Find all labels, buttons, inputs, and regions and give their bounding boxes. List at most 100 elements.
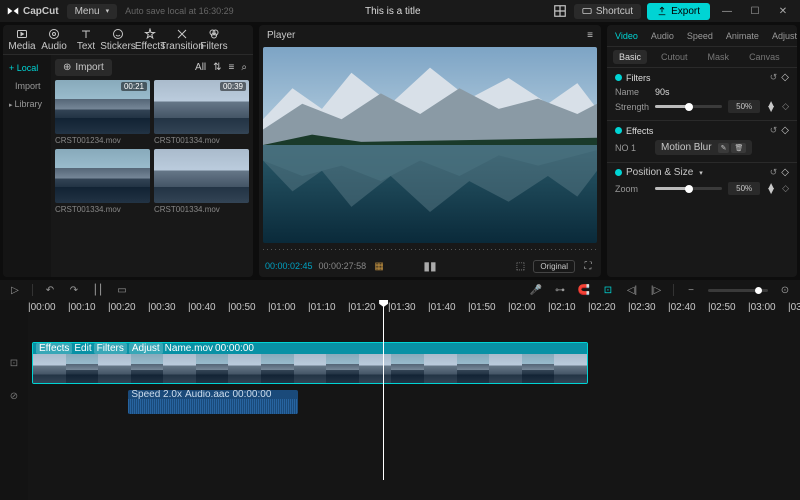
delete-icon[interactable]: 🗑 — [731, 143, 746, 153]
reset-icon[interactable]: ↺ — [770, 125, 778, 136]
keyframe-icon[interactable]: ◇ — [781, 125, 789, 136]
link-icon[interactable]: ⊶ — [553, 283, 567, 297]
preview-menu-icon[interactable]: ≡ — [587, 30, 593, 41]
props-tab-animate[interactable]: Animate — [720, 28, 765, 44]
menu-button[interactable]: Menu▾ — [67, 4, 118, 19]
video-track-toggle[interactable]: ⊡ — [0, 342, 28, 384]
media-clip[interactable]: CRST001334.mov — [154, 149, 249, 214]
search-icon[interactable]: ⌕ — [239, 62, 249, 73]
delete-tool[interactable]: ▭ — [115, 283, 129, 297]
media-tab-stickers[interactable]: Stickers — [103, 26, 133, 54]
keyframe-icon[interactable]: ◇ — [781, 167, 789, 178]
edit-icon[interactable]: ✎ — [718, 143, 730, 153]
import-button[interactable]: ⊕Import — [55, 59, 112, 76]
text-icon — [80, 28, 92, 40]
split-tool[interactable]: ⎮⎮ — [91, 283, 105, 297]
sidebar-import[interactable]: Import — [3, 77, 51, 95]
timeline-body[interactable]: |00:00|00:10|00:20|00:30|00:40|00:50|01:… — [28, 300, 800, 500]
effects-section: Effects ↺◇ NO 1 Motion Blur✎🗑 — [607, 120, 797, 162]
clip-frames — [33, 354, 587, 383]
preview2-icon[interactable]: |▷ — [649, 283, 663, 297]
strength-spinner[interactable]: ▲▼ — [766, 102, 776, 112]
sidebar-library[interactable]: Library — [3, 95, 51, 113]
export-button[interactable]: Export — [647, 3, 710, 20]
timeline-ruler[interactable]: |00:00|00:10|00:20|00:30|00:40|00:50|01:… — [28, 300, 800, 314]
effects-title[interactable]: Effects — [615, 126, 653, 136]
original-button[interactable]: Original — [533, 260, 575, 273]
props-tab-speed[interactable]: Speed — [681, 28, 719, 44]
undo-button[interactable]: ↶ — [43, 283, 57, 297]
filters-title[interactable]: Filters — [615, 73, 651, 83]
props-tab-adjust[interactable]: Adjust — [766, 28, 797, 44]
reset-icon[interactable]: ↺ — [770, 167, 778, 178]
view-controls: All ⇅ ≡ ⌕ — [193, 62, 249, 73]
media-clip[interactable]: 00:21CRST001234.mov — [55, 80, 150, 145]
clip-filters-tag: Filters — [94, 343, 127, 354]
snap-icon[interactable]: ⊡ — [601, 283, 615, 297]
preview-icon[interactable]: ◁| — [625, 283, 639, 297]
minimize-button[interactable]: — — [716, 6, 738, 17]
keyframe-icon[interactable]: ◇ — [781, 72, 789, 83]
clip-thumbnail: 00:39 — [154, 80, 249, 134]
grid-icon[interactable]: ▦ — [372, 259, 386, 273]
sort-icon[interactable]: ⇅ — [211, 62, 223, 73]
play-pause-button[interactable]: ▮▮ — [423, 259, 437, 273]
timeline-toolbar: ▷ ↶ ↷ ⎮⎮ ▭ 🎤 ⊶ 🧲 ⊡ ◁| |▷ − ⊙ — [0, 280, 800, 300]
reset-icon[interactable]: ◇ — [782, 101, 789, 112]
close-button[interactable]: ✕ — [772, 6, 794, 17]
reset-icon[interactable]: ↺ — [770, 72, 778, 83]
project-title[interactable]: This is a title — [242, 6, 544, 17]
zoom-fit-icon[interactable]: ⊙ — [778, 283, 792, 297]
media-tab-media[interactable]: Media — [7, 26, 37, 54]
audio-track-toggle[interactable]: ⊘ — [0, 384, 28, 408]
thumbnails: 00:21CRST001234.mov 00:39CRST001334.mov … — [55, 80, 249, 214]
media-tab-filters[interactable]: Filters — [199, 26, 229, 54]
list-view-icon[interactable]: ≡ — [227, 62, 237, 73]
clip-thumbnail: 00:21 — [55, 80, 150, 134]
media-tab-audio[interactable]: Audio — [39, 26, 69, 54]
layout-icon[interactable] — [552, 3, 568, 19]
zoom-value[interactable]: 50% — [728, 182, 760, 195]
subtab-mask[interactable]: Mask — [702, 50, 736, 64]
media-tab-text[interactable]: Text — [71, 26, 101, 54]
audio-clip-header: Speed 2.0x Audio.aac 00:00:00 — [128, 390, 298, 399]
media-clip[interactable]: CRST001334.mov — [55, 149, 150, 214]
preview-viewport[interactable] — [263, 47, 597, 243]
compare-icon[interactable]: ⬚ — [513, 259, 527, 273]
strength-value[interactable]: 50% — [728, 100, 760, 113]
position-title[interactable]: Position & Size▾ — [615, 167, 703, 178]
chevron-down-icon: ▾ — [699, 169, 703, 177]
strength-slider[interactable] — [655, 105, 722, 108]
selection-tool[interactable]: ▷ — [8, 283, 22, 297]
zoom-slider[interactable] — [655, 187, 722, 190]
media-tab-transition[interactable]: Transition — [167, 26, 197, 54]
clip-thumbnail — [55, 149, 150, 203]
magnet-icon[interactable]: 🧲 — [577, 283, 591, 297]
media-clip[interactable]: 00:39CRST001334.mov — [154, 80, 249, 145]
maximize-button[interactable]: ☐ — [744, 6, 766, 17]
subtab-cutout[interactable]: Cutout — [655, 50, 694, 64]
filters-icon — [208, 28, 220, 40]
fullscreen-icon[interactable]: ⛶ — [581, 259, 595, 273]
zoom-out-icon[interactable]: − — [684, 283, 698, 297]
video-track: Effects Edit Filters Adjust Name.mov 00:… — [28, 342, 800, 384]
shortcut-button[interactable]: Shortcut — [574, 4, 641, 19]
zoom-spinner[interactable]: ▲▼ — [766, 184, 776, 194]
effect-value[interactable]: Motion Blur✎🗑 — [655, 140, 752, 155]
redo-button[interactable]: ↷ — [67, 283, 81, 297]
reset-icon[interactable]: ◇ — [782, 183, 789, 194]
props-tab-video[interactable]: Video — [609, 28, 644, 44]
subtab-basic[interactable]: Basic — [613, 50, 647, 64]
clip-name: CRST001334.mov — [154, 205, 249, 214]
preview-ruler[interactable] — [263, 245, 597, 255]
playhead[interactable] — [383, 300, 384, 480]
timeline: ⊡ ⊘ |00:00|00:10|00:20|00:30|00:40|00:50… — [0, 300, 800, 500]
subtab-canvas[interactable]: Canvas — [743, 50, 786, 64]
sidebar-local[interactable]: Local — [3, 59, 51, 77]
view-all[interactable]: All — [193, 62, 208, 73]
props-tab-audio[interactable]: Audio — [645, 28, 680, 44]
timeline-zoom-slider[interactable] — [708, 289, 768, 292]
video-clip[interactable]: Effects Edit Filters Adjust Name.mov 00:… — [32, 342, 588, 384]
audio-clip[interactable]: Speed 2.0x Audio.aac 00:00:00 — [128, 390, 298, 414]
mic-icon[interactable]: 🎤 — [529, 283, 543, 297]
